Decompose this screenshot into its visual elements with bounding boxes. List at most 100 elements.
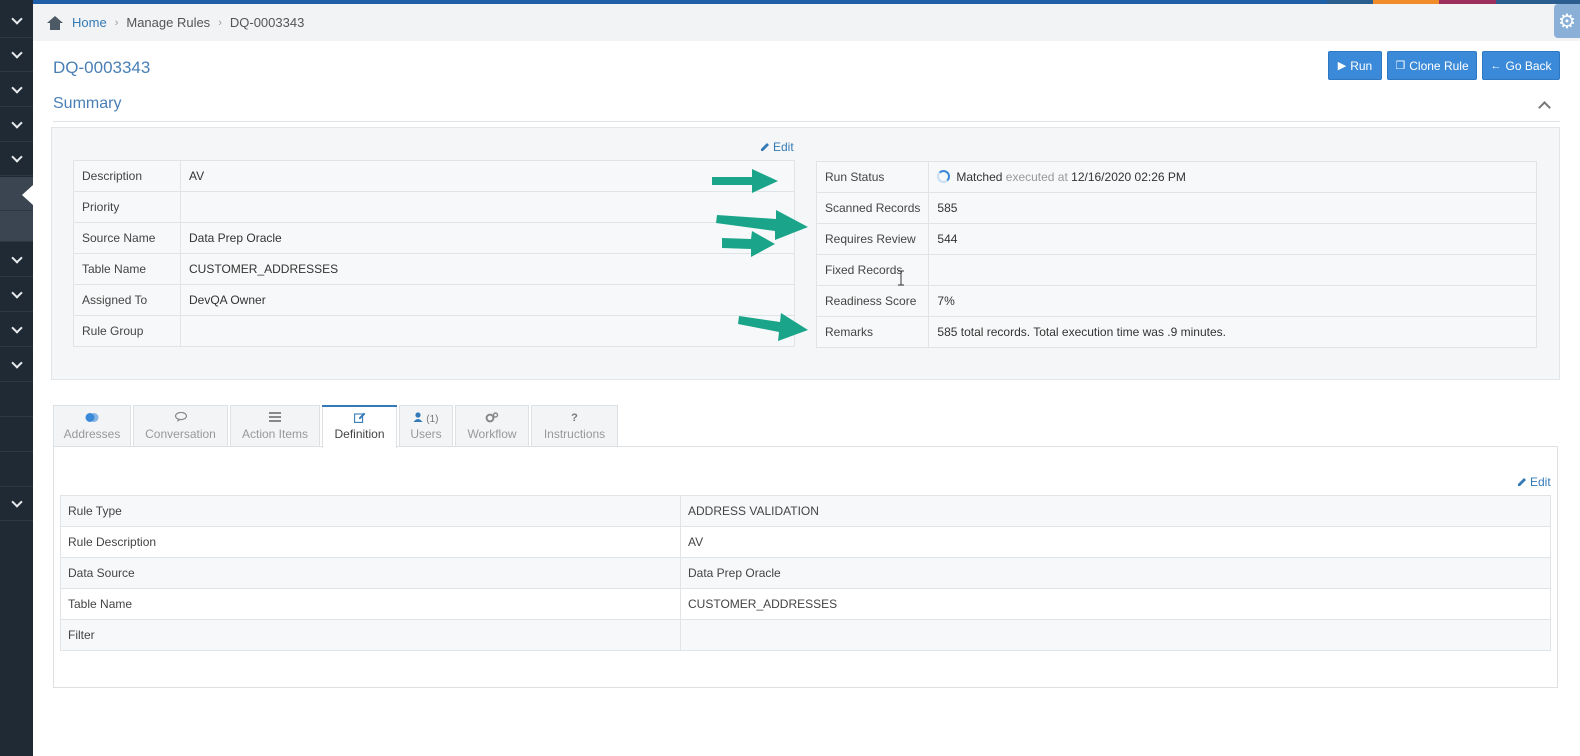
clone-rule-button[interactable]: ❐ Clone Rule <box>1387 51 1477 80</box>
home-icon[interactable] <box>47 15 63 30</box>
sidebar-item-8[interactable] <box>0 313 33 347</box>
spinner-icon <box>937 170 951 183</box>
chevron-down-icon <box>10 46 23 59</box>
chat-icon <box>134 411 227 426</box>
run-status-value: Matched executed at 12/16/2020 02:26 PM <box>928 161 1537 193</box>
summary-label: Priority <box>73 191 181 223</box>
tab-definition[interactable]: Definition <box>322 405 397 448</box>
users-count: (1) <box>426 414 439 425</box>
summary-left-table: Description AV Priority Source Name Data P… <box>73 160 795 347</box>
table-row: Remarks 585 total records. Total executio… <box>815 316 1537 348</box>
breadcrumb-separator-icon: › <box>114 16 119 29</box>
sidebar-item-5[interactable] <box>0 142 33 176</box>
divider <box>53 121 1560 122</box>
tab-users[interactable]: (1) Users <box>399 405 453 447</box>
table-row: Requires Review 544 <box>815 223 1537 255</box>
chevron-down-icon <box>10 116 23 129</box>
settings-gear-icon[interactable]: ⚙ <box>1554 4 1580 38</box>
tab-label: Addresses <box>63 427 121 441</box>
sidebar-item-1[interactable] <box>0 4 33 38</box>
sidebar-item-10[interactable] <box>0 383 33 417</box>
summary-section-title[interactable]: Summary <box>53 95 121 113</box>
summary-value: 585 total records. Total execution time … <box>928 316 1537 348</box>
definition-value <box>680 619 1551 651</box>
tab-workflow[interactable]: Workflow <box>455 405 529 447</box>
sidebar-item-9[interactable] <box>0 348 33 382</box>
question-icon: ? <box>571 412 578 424</box>
table-row: Table Name CUSTOMER_ADDRESSES <box>60 588 1551 620</box>
summary-value: DevQA Owner <box>180 284 795 316</box>
breadcrumb-current: DQ-0003343 <box>229 15 305 30</box>
play-icon: ▶ <box>1337 60 1347 72</box>
sidebar-item-6[interactable] <box>0 243 33 277</box>
definition-value: ADDRESS VALIDATION <box>680 495 1551 527</box>
summary-label: Table Name <box>73 253 181 285</box>
table-row: Rule Description AV <box>60 526 1551 558</box>
summary-value: 7% <box>928 285 1537 317</box>
table-row: Assigned To DevQA Owner <box>73 284 795 316</box>
tab-label: Instructions <box>543 427 606 441</box>
text-cursor-icon <box>898 270 904 286</box>
table-row: Readiness Score 7% <box>815 285 1537 317</box>
summary-label: Rule Group <box>73 315 181 347</box>
clone-rule-button-label: Clone Rule <box>1409 58 1469 73</box>
sidebar-item-4[interactable] <box>0 108 33 142</box>
sidebar-item-7[interactable] <box>0 278 33 312</box>
summary-value: AV <box>180 160 795 192</box>
sidebar-item-11[interactable] <box>0 418 33 452</box>
table-row: Rule Type ADDRESS VALIDATION <box>60 495 1551 527</box>
table-row: Data Source Data Prep Oracle <box>60 557 1551 589</box>
pencil-icon <box>1518 478 1526 486</box>
table-row: Table Name CUSTOMER_ADDRESSES <box>73 253 795 285</box>
sidebar-active-indicator <box>22 185 33 205</box>
go-back-button[interactable]: ← Go Back <box>1482 51 1560 80</box>
breadcrumb-home[interactable]: Home <box>72 15 107 30</box>
go-back-button-label: Go Back <box>1505 58 1552 73</box>
cogs-icon <box>456 412 528 426</box>
tab-instructions[interactable]: ? Instructions <box>531 405 618 447</box>
sidebar-item-13[interactable] <box>0 487 33 521</box>
annotation-arrow-icon <box>722 231 775 257</box>
chevron-down-icon <box>10 356 23 369</box>
chevron-down-icon <box>10 150 23 163</box>
definition-label: Data Source <box>60 557 681 589</box>
chevron-down-icon <box>10 81 23 94</box>
tab-conversation[interactable]: Conversation <box>133 405 228 447</box>
sidebar-subitem[interactable] <box>0 211 33 242</box>
definition-edit-link[interactable]: Edit <box>1517 475 1551 489</box>
definition-table: Rule Type ADDRESS VALIDATION Rule Descrip… <box>60 495 1551 651</box>
annotation-arrow-icon <box>712 169 778 193</box>
table-row: Fixed Records <box>815 254 1537 286</box>
definition-label: Table Name <box>60 588 681 620</box>
executed-at-text: executed at <box>1005 170 1068 184</box>
summary-value: Data Prep Oracle <box>180 222 795 254</box>
definition-label: Rule Description <box>60 526 681 558</box>
breadcrumb-manage-rules[interactable]: Manage Rules <box>126 15 210 30</box>
active-tab-indicator <box>322 405 397 407</box>
summary-value <box>180 315 795 347</box>
sidebar-item-12[interactable] <box>0 453 33 487</box>
summary-label: Scanned Records <box>815 192 930 224</box>
summary-label: Remarks <box>815 316 930 348</box>
run-status-text: Matched <box>956 170 1003 184</box>
tab-label: Action Items <box>241 427 309 441</box>
tab-addresses[interactable]: Addresses <box>53 405 131 447</box>
chevron-up-icon[interactable] <box>1538 101 1551 114</box>
table-row: Run Status Matched executed at 12/16/202… <box>815 161 1537 193</box>
run-button[interactable]: ▶ Run <box>1328 51 1382 80</box>
sidebar-item-3[interactable] <box>0 73 33 107</box>
user-icon: (1) <box>400 412 452 426</box>
run-button-label: Run <box>1350 58 1373 73</box>
definition-value: CUSTOMER_ADDRESSES <box>680 588 1551 620</box>
summary-label: Fixed Records <box>815 254 930 286</box>
tab-action-items[interactable]: Action Items <box>230 405 320 447</box>
chevron-down-icon <box>10 321 23 334</box>
summary-edit-link[interactable]: Edit <box>760 140 794 154</box>
arrow-left-icon: ← <box>1490 59 1502 72</box>
summary-label: Description <box>73 160 181 192</box>
summary-value: 544 <box>928 223 1537 255</box>
breadcrumb-separator-icon: › <box>218 16 222 29</box>
chevron-down-icon <box>10 251 23 264</box>
table-row: Source Name Data Prep Oracle <box>73 222 795 254</box>
sidebar-item-2[interactable] <box>0 38 33 72</box>
